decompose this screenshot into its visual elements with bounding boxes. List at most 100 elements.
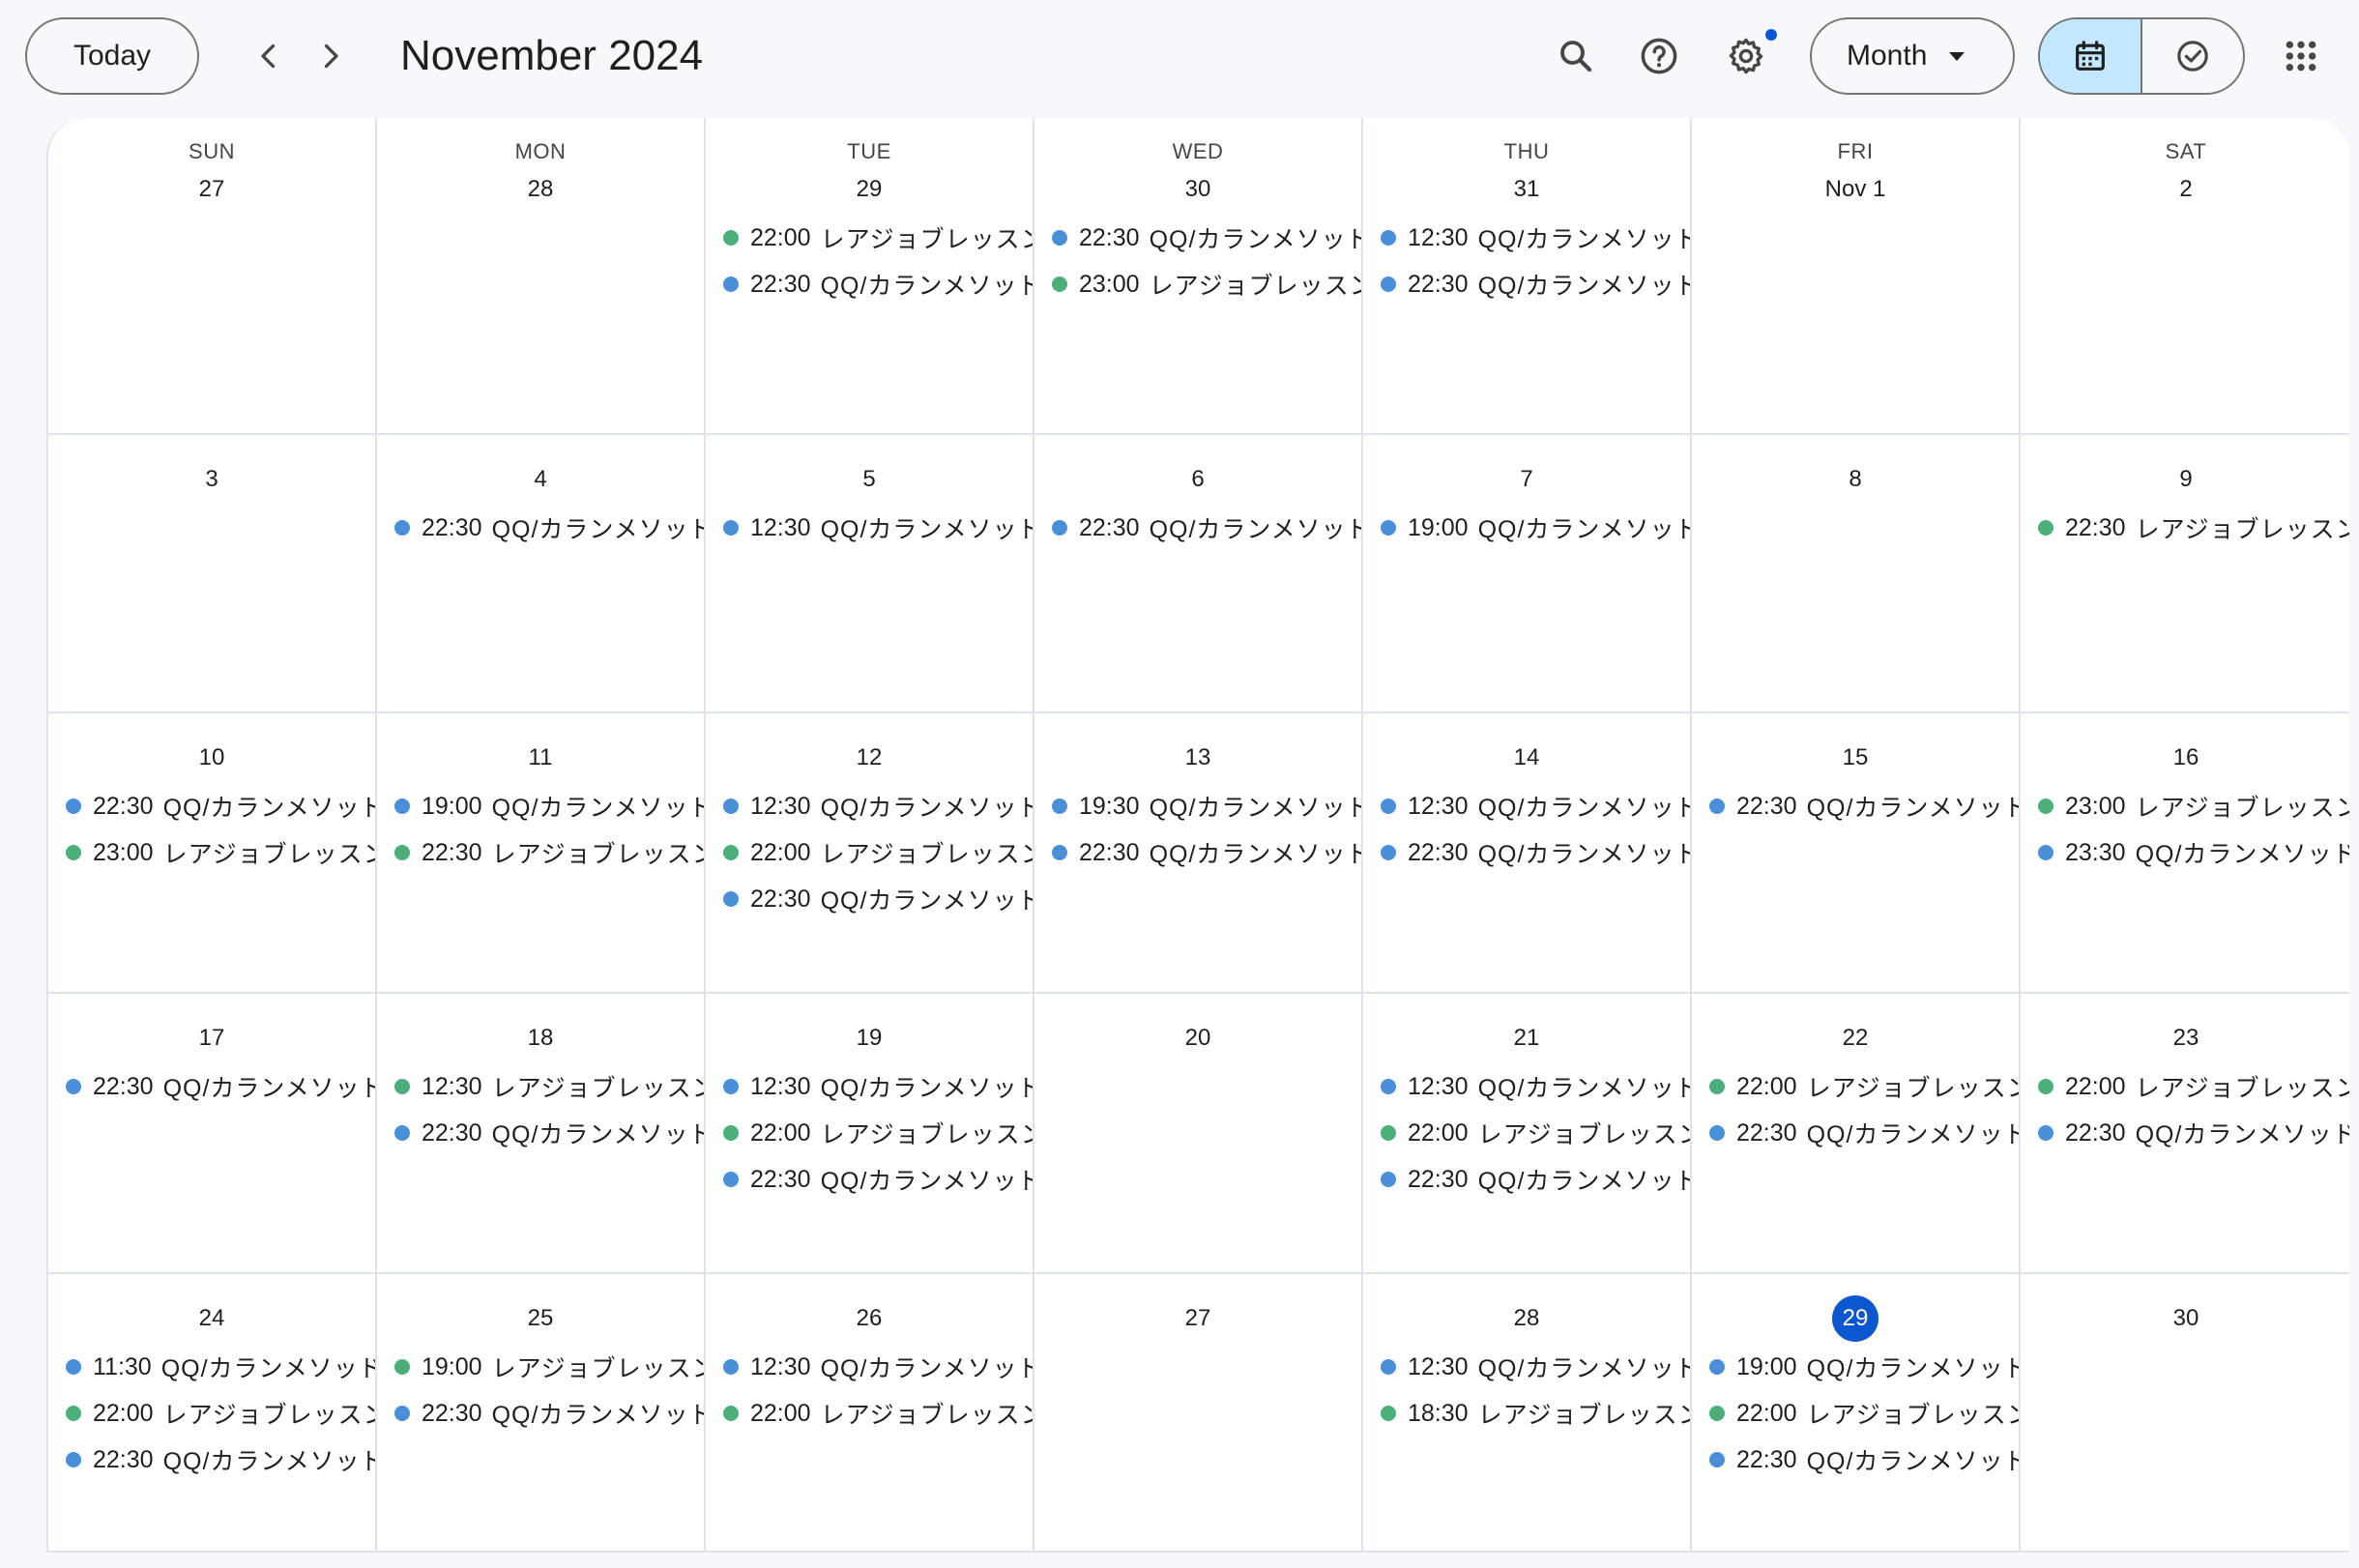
day-cell[interactable]: 23 22:00 レアジョブレッスン 22:30 QQ/カランメソッド: [2021, 994, 2349, 1272]
day-cell[interactable]: 21 12:30 QQ/カランメソッド 22:00 レアジョブレッスン 22:30 QQ/カ…: [1363, 994, 1692, 1272]
day-cell[interactable]: FRI Nov 1: [1692, 118, 2021, 433]
day-cell[interactable]: 9 22:30 レアジョブレッスン: [2021, 435, 2349, 711]
event-chip[interactable]: 11:30 QQ/カランメソッド: [48, 1344, 375, 1390]
day-cell[interactable]: 15 22:30 QQ/カランメソッド: [1692, 713, 2021, 992]
day-cell[interactable]: 7 19:00 QQ/カランメソッド: [1363, 435, 1692, 711]
date-number[interactable]: 27: [1175, 1295, 1221, 1342]
event-chip[interactable]: 22:30 QQ/カランメソッド: [706, 876, 1033, 922]
day-cell[interactable]: 8: [1692, 435, 2021, 711]
day-cell[interactable]: 12 12:30 QQ/カランメソッド 22:00 レアジョブレッスン 22:30 QQ/カ…: [706, 713, 1034, 992]
view-selector[interactable]: Month: [1810, 17, 2015, 95]
event-chip[interactable]: 22:30 QQ/カランメソッド: [1034, 829, 1361, 876]
event-chip[interactable]: 19:00 レアジョブレッスン: [377, 1344, 704, 1390]
date-number[interactable]: 28: [1503, 1295, 1550, 1342]
event-chip[interactable]: 23:30 QQ/カランメソッド: [2021, 829, 2349, 876]
date-number[interactable]: 29: [846, 166, 892, 213]
date-number[interactable]: 8: [1832, 456, 1878, 503]
day-cell[interactable]: 5 12:30 QQ/カランメソッド: [706, 435, 1034, 711]
date-number[interactable]: 30: [1175, 166, 1221, 213]
event-chip[interactable]: 22:30 QQ/カランメソッド: [377, 1390, 704, 1437]
event-chip[interactable]: 12:30 QQ/カランメソッド: [1363, 783, 1690, 829]
event-chip[interactable]: 19:00 QQ/カランメソッド: [377, 783, 704, 829]
event-chip[interactable]: 19:00 QQ/カランメソッド: [1363, 505, 1690, 551]
event-chip[interactable]: 12:30 QQ/カランメソッド: [706, 1063, 1033, 1110]
event-chip[interactable]: 22:30 QQ/カランメソッド: [706, 1156, 1033, 1203]
day-cell[interactable]: TUE 29 22:00 レアジョブレッスン 22:30 QQ/カランメソッド: [706, 118, 1034, 433]
previous-month-button[interactable]: [240, 27, 298, 85]
day-cell[interactable]: 14 12:30 QQ/カランメソッド 22:30 QQ/カランメソッド: [1363, 713, 1692, 992]
event-chip[interactable]: 22:00 レアジョブレッスン: [1692, 1390, 2019, 1437]
day-cell[interactable]: 29 19:00 QQ/カランメソッド 22:00 レアジョブレッスン 22:30 QQ/カ…: [1692, 1274, 2021, 1551]
today-button[interactable]: Today: [25, 17, 199, 95]
day-cell[interactable]: 22 22:00 レアジョブレッスン 22:30 QQ/カランメソッド: [1692, 994, 2021, 1272]
day-cell[interactable]: 27: [1034, 1274, 1363, 1551]
event-chip[interactable]: 22:00 レアジョブレッスン: [48, 1390, 375, 1437]
event-chip[interactable]: 23:00 レアジョブレッスン: [1034, 261, 1361, 307]
day-cell[interactable]: 28 12:30 QQ/カランメソッド 18:30 レアジョブレッスン: [1363, 1274, 1692, 1551]
event-chip[interactable]: 12:30 QQ/カランメソッド: [706, 783, 1033, 829]
day-cell[interactable]: 24 11:30 QQ/カランメソッド 22:00 レアジョブレッスン 22:30 QQ/カ…: [48, 1274, 377, 1551]
event-chip[interactable]: 22:30 QQ/カランメソッド: [48, 1063, 375, 1110]
date-number[interactable]: 24: [189, 1295, 235, 1342]
date-number[interactable]: 2: [2163, 166, 2209, 213]
day-cell[interactable]: SAT 2: [2021, 118, 2349, 433]
date-number[interactable]: 31: [1503, 166, 1550, 213]
day-cell[interactable]: 11 19:00 QQ/カランメソッド 22:30 レアジョブレッスン: [377, 713, 706, 992]
date-number[interactable]: 22: [1832, 1015, 1878, 1061]
date-number[interactable]: 25: [517, 1295, 564, 1342]
event-chip[interactable]: 19:00 QQ/カランメソッド: [1692, 1344, 2019, 1390]
help-button[interactable]: [1628, 25, 1690, 87]
google-apps-button[interactable]: [2270, 25, 2332, 87]
day-cell[interactable]: 20: [1034, 994, 1363, 1272]
event-chip[interactable]: 18:30 レアジョブレッスン: [1363, 1390, 1690, 1437]
day-cell[interactable]: 25 19:00 レアジョブレッスン 22:30 QQ/カランメソッド: [377, 1274, 706, 1551]
day-cell[interactable]: 4 22:30 QQ/カランメソッド: [377, 435, 706, 711]
event-chip[interactable]: 22:30 QQ/カランメソッド: [1692, 1437, 2019, 1483]
event-chip[interactable]: 22:30 QQ/カランメソッド: [48, 783, 375, 829]
date-number[interactable]: 19: [846, 1015, 892, 1061]
day-cell[interactable]: 10 22:30 QQ/カランメソッド 23:00 レアジョブレッスン: [48, 713, 377, 992]
event-chip[interactable]: 22:30 QQ/カランメソッド: [706, 261, 1033, 307]
day-cell[interactable]: MON 28: [377, 118, 706, 433]
event-chip[interactable]: 22:00 レアジョブレッスン: [1692, 1063, 2019, 1110]
date-number[interactable]: 10: [189, 735, 235, 781]
event-chip[interactable]: 12:30 レアジョブレッスン: [377, 1063, 704, 1110]
event-chip[interactable]: 23:00 レアジョブレッスン: [48, 829, 375, 876]
date-number[interactable]: Nov 1: [1820, 166, 1892, 213]
date-number[interactable]: 5: [846, 456, 892, 503]
event-chip[interactable]: 22:30 QQ/カランメソッド: [1692, 783, 2019, 829]
event-chip[interactable]: 22:30 QQ/カランメソッド: [1363, 261, 1690, 307]
day-cell[interactable]: 17 22:30 QQ/カランメソッド: [48, 994, 377, 1272]
day-cell[interactable]: 19 12:30 QQ/カランメソッド 22:00 レアジョブレッスン 22:30 QQ/カ…: [706, 994, 1034, 1272]
day-cell[interactable]: 13 19:30 QQ/カランメソッド 22:30 QQ/カランメソッド: [1034, 713, 1363, 992]
event-chip[interactable]: 22:30 QQ/カランメソッド: [2021, 1110, 2349, 1156]
event-chip[interactable]: 22:30 QQ/カランメソッド: [1034, 215, 1361, 261]
search-button[interactable]: [1545, 25, 1607, 87]
event-chip[interactable]: 12:30 QQ/カランメソッド: [1363, 1344, 1690, 1390]
day-cell[interactable]: SUN 27: [48, 118, 377, 433]
event-chip[interactable]: 12:30 QQ/カランメソッド: [1363, 215, 1690, 261]
date-number[interactable]: 16: [2163, 735, 2209, 781]
event-chip[interactable]: 22:30 QQ/カランメソッド: [377, 505, 704, 551]
date-number[interactable]: 4: [517, 456, 564, 503]
today-date-number[interactable]: 29: [1832, 1295, 1878, 1342]
event-chip[interactable]: 12:30 QQ/カランメソッド: [706, 505, 1033, 551]
event-chip[interactable]: 22:00 レアジョブレッスン: [2021, 1063, 2349, 1110]
date-number[interactable]: 23: [2163, 1015, 2209, 1061]
event-chip[interactable]: 12:30 QQ/カランメソッド: [1363, 1063, 1690, 1110]
event-chip[interactable]: 22:30 QQ/カランメソッド: [377, 1110, 704, 1156]
event-chip[interactable]: 22:00 レアジョブレッスン: [706, 215, 1033, 261]
date-number[interactable]: 9: [2163, 456, 2209, 503]
day-cell[interactable]: 30: [2021, 1274, 2349, 1551]
event-chip[interactable]: 22:00 レアジョブレッスン: [1363, 1110, 1690, 1156]
day-cell[interactable]: 3: [48, 435, 377, 711]
date-number[interactable]: 18: [517, 1015, 564, 1061]
day-cell[interactable]: THU 31 12:30 QQ/カランメソッド 22:30 QQ/カランメソッド: [1363, 118, 1692, 433]
date-number[interactable]: 30: [2163, 1295, 2209, 1342]
day-cell[interactable]: WED 30 22:30 QQ/カランメソッド 23:00 レアジョブレッスン: [1034, 118, 1363, 433]
date-number[interactable]: 28: [517, 166, 564, 213]
date-number[interactable]: 13: [1175, 735, 1221, 781]
date-number[interactable]: 11: [517, 735, 564, 781]
event-chip[interactable]: 22:00 レアジョブレッスン: [706, 1110, 1033, 1156]
event-chip[interactable]: 22:00 レアジョブレッスン: [706, 1390, 1033, 1437]
